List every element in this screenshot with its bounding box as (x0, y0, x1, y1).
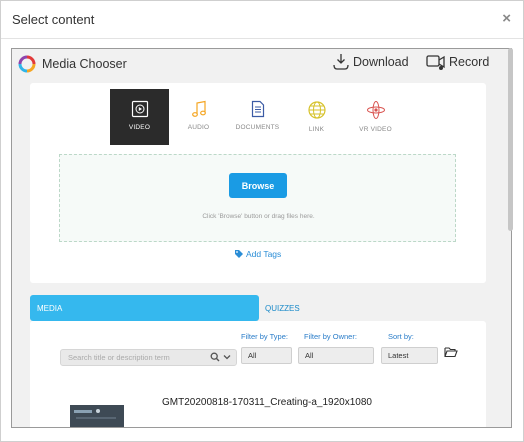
document-icon (251, 100, 264, 118)
vr-atom-icon (366, 101, 385, 119)
folder-open-icon[interactable] (444, 346, 458, 358)
type-label-audio: AUDIO (187, 124, 210, 131)
thumbnail-detail (74, 410, 92, 413)
thumbnail-detail (76, 417, 116, 419)
thumbnail-detail (96, 409, 100, 413)
type-label-documents: DOCUMENTS (235, 124, 280, 131)
add-tags-link[interactable]: Add Tags (234, 249, 281, 259)
video-icon (131, 100, 148, 118)
media-chooser-logo-icon (18, 55, 36, 73)
dialog-header: Select content × (1, 1, 523, 39)
tab-media[interactable]: MEDIA (30, 295, 259, 321)
search-input[interactable] (61, 350, 201, 365)
type-video[interactable]: VIDEO (110, 89, 169, 145)
download-label: Download (353, 55, 409, 69)
filter-type-label: Filter by Type: (241, 332, 288, 341)
search-box (60, 349, 237, 366)
download-icon (333, 54, 349, 70)
type-label-vr-video: VR VIDEO (359, 126, 392, 133)
search-icons (210, 352, 231, 362)
brand-title: Media Chooser (42, 57, 127, 71)
filter-type-select[interactable]: All (241, 347, 292, 364)
tag-icon (235, 250, 243, 258)
type-documents[interactable]: DOCUMENTS (228, 89, 287, 145)
file-dropzone[interactable]: Browse Click 'Browse' button or drag fil… (59, 154, 456, 242)
media-item-title[interactable]: GMT20200818-170311_Creating-a_1920x1080 (162, 397, 372, 408)
chooser-topbar: Media Chooser Download Record (12, 49, 511, 79)
globe-icon (307, 101, 326, 119)
dialog-title: Select content (12, 12, 95, 27)
sort-label: Sort by: (388, 332, 414, 341)
add-tags-label: Add Tags (246, 249, 282, 259)
content-tabs: MEDIA QUIZZES (30, 295, 486, 321)
media-chooser-frame: Media Chooser Download Record VIDEO AUDI… (11, 48, 512, 428)
type-label-video: VIDEO (128, 124, 151, 131)
media-list-panel: Filter by Type: All Filter by Owner: All… (30, 321, 486, 427)
browse-button[interactable]: Browse (229, 173, 287, 198)
upload-panel: VIDEO AUDIO DOCUMENTS LINK VR VIDEO Brow… (30, 83, 486, 283)
record-button[interactable]: Record (426, 53, 489, 71)
type-label-link: LINK (308, 126, 325, 133)
record-camera-icon (426, 55, 445, 70)
music-note-icon (191, 100, 206, 117)
download-button[interactable]: Download (332, 53, 409, 71)
media-item-thumbnail[interactable] (70, 405, 124, 427)
frame-scrollbar[interactable] (508, 48, 513, 428)
filter-owner-label: Filter by Owner: (304, 332, 357, 341)
tab-quizzes[interactable]: QUIZZES (265, 304, 300, 313)
close-icon[interactable]: × (502, 10, 511, 27)
record-label: Record (449, 55, 490, 69)
filter-owner-select[interactable]: All (298, 347, 374, 364)
type-audio[interactable]: AUDIO (169, 89, 228, 145)
sort-select[interactable]: Latest (381, 347, 438, 364)
type-link[interactable]: LINK (287, 89, 346, 145)
media-type-selector: VIDEO AUDIO DOCUMENTS LINK VR VIDEO (110, 89, 405, 145)
chevron-down-icon[interactable] (223, 353, 231, 361)
type-vr-video[interactable]: VR VIDEO (346, 89, 405, 145)
scrollbar-thumb[interactable] (508, 48, 513, 231)
dropzone-hint: Click 'Browse' button or drag files here… (202, 213, 315, 220)
search-icon[interactable] (210, 352, 220, 362)
